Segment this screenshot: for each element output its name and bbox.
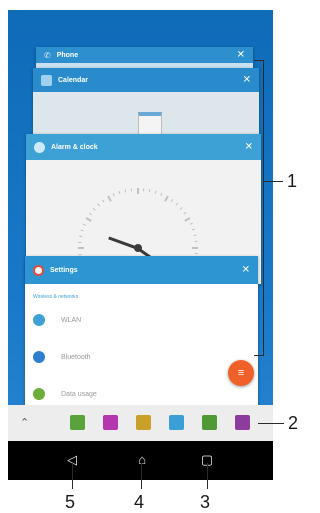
clock-tick xyxy=(88,212,92,216)
clock-tick xyxy=(184,217,191,222)
settings-item-bluetooth[interactable]: Bluetooth xyxy=(33,351,91,363)
callout-number-5: 5 xyxy=(65,492,76,512)
settings-item-data-usage[interactable]: Data usage xyxy=(33,388,97,400)
clock-tick xyxy=(179,207,183,210)
callout-leader-5 xyxy=(72,463,73,489)
small-app-4-icon[interactable] xyxy=(169,415,184,430)
settings-gear-icon xyxy=(33,264,44,276)
clock-tick xyxy=(164,195,169,202)
clock-tick xyxy=(142,188,145,192)
clock-tick xyxy=(82,223,86,226)
close-icon[interactable]: ✕ xyxy=(237,50,245,61)
clock-tick xyxy=(148,189,151,193)
clock-tick xyxy=(137,188,139,194)
data-usage-icon xyxy=(33,388,45,400)
callout-number-3: 3 xyxy=(200,492,211,512)
clock-tick xyxy=(194,252,198,255)
settings-item-label: WLAN xyxy=(61,316,82,324)
clock-tick xyxy=(78,247,84,249)
bluetooth-icon xyxy=(33,351,45,363)
callout-number-4: 4 xyxy=(134,492,145,512)
close-icon[interactable]: ✕ xyxy=(245,142,253,153)
clock-tick xyxy=(101,199,105,203)
clock-tick xyxy=(107,195,112,202)
settings-item-label: Data usage xyxy=(61,390,97,398)
callout-number-1: 1 xyxy=(287,171,298,191)
callout-bracket-vertical xyxy=(263,60,264,355)
clock-tick xyxy=(85,217,92,222)
settings-item-wlan[interactable]: WLAN xyxy=(33,314,81,326)
clock-tick xyxy=(130,188,133,192)
small-app-3-icon[interactable] xyxy=(136,415,151,430)
card-title: Alarm & clock xyxy=(51,143,98,151)
close-icon[interactable]: ✕ xyxy=(243,75,251,86)
callout-bracket-bottom xyxy=(254,355,264,356)
small-app-1-icon[interactable] xyxy=(70,415,85,430)
small-apps-bar: ⌃ xyxy=(8,405,273,441)
card-title: Calendar xyxy=(58,76,88,84)
card-header: Calendar ✕ xyxy=(33,68,259,92)
callout-leader-1 xyxy=(263,181,283,182)
clock-tick xyxy=(78,241,82,244)
clock-tick xyxy=(175,202,179,206)
clock-tick xyxy=(193,234,197,237)
clock-tick xyxy=(160,192,163,196)
clock-tick xyxy=(97,203,100,207)
alarm-clock-icon xyxy=(34,141,45,153)
phone-icon: ✆ xyxy=(44,50,51,60)
callout-leader-4 xyxy=(141,463,142,489)
card-header: Alarm & clock ✕ xyxy=(26,134,261,160)
clock-tick xyxy=(170,198,174,202)
card-title: Settings xyxy=(50,266,78,274)
settings-item-label: Bluetooth xyxy=(61,353,91,361)
clock-tick xyxy=(189,222,193,225)
clear-all-button[interactable]: ≡ xyxy=(228,360,254,386)
clock-tick xyxy=(194,240,198,243)
clock-tick xyxy=(191,228,196,231)
card-header: ✆ Phone ✕ xyxy=(36,47,253,63)
clock-tick xyxy=(118,190,121,195)
small-app-6-icon[interactable] xyxy=(235,415,250,430)
callout-leader-3 xyxy=(207,463,208,489)
clock-tick xyxy=(154,190,157,194)
card-title: Phone xyxy=(56,51,79,59)
small-app-5-icon[interactable] xyxy=(202,415,217,430)
wifi-icon xyxy=(33,314,45,326)
callout-leader-2 xyxy=(258,423,284,424)
card-header: Settings ✕ xyxy=(25,256,258,284)
chevron-up-icon[interactable]: ⌃ xyxy=(20,416,29,429)
calendar-icon xyxy=(41,74,52,86)
clock-pin xyxy=(134,244,142,252)
close-icon[interactable]: ✕ xyxy=(242,265,250,276)
clock-tick xyxy=(112,193,115,197)
clock-tick xyxy=(92,207,96,211)
clock-tick xyxy=(80,229,84,232)
settings-section-header: Wireless & networks xyxy=(33,294,79,300)
home-button-icon[interactable]: ⌂ xyxy=(133,452,151,467)
clock-tick xyxy=(79,235,83,238)
clock-tick xyxy=(183,211,187,215)
small-app-2-icon[interactable] xyxy=(103,415,118,430)
clock-tick xyxy=(192,247,198,249)
clock-tick xyxy=(124,189,127,193)
callout-number-2: 2 xyxy=(288,413,299,433)
